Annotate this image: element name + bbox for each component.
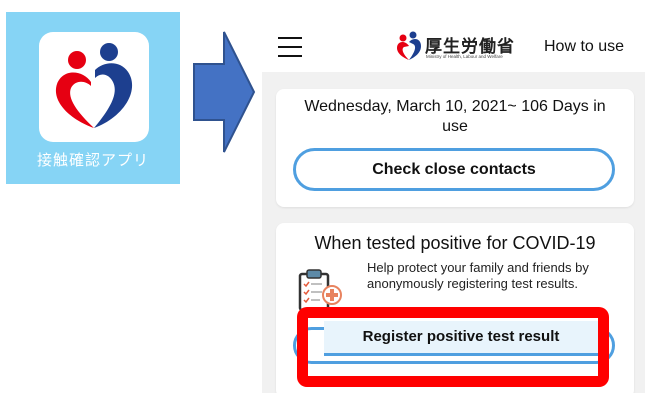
arrow-right-icon [193, 31, 256, 153]
usage-date-text: Wednesday, March 10, 2021~ 106 Days in u… [304, 98, 606, 135]
top-bar: 厚生労働省 Ministry of Health, Labour and Wel… [262, 12, 645, 72]
highlight-frame [297, 307, 609, 387]
contact-app-icon[interactable] [39, 32, 149, 142]
check-close-contacts-button[interactable]: Check close contacts [293, 148, 615, 191]
app-tile[interactable]: 接触確認アプリ [6, 12, 180, 184]
ministry-subtitle: Ministry of Health, Labour and Welfare [426, 54, 503, 59]
app-label: 接触確認アプリ [36, 151, 149, 169]
heart-people-logo [55, 43, 133, 128]
ministry-logo-icon [397, 31, 421, 60]
usage-card: Wednesday, March 10, 2021~ 106 Days in u… [276, 89, 634, 207]
positive-card-title: When tested positive for COVID-19 [314, 233, 596, 253]
hamburger-icon[interactable] [278, 37, 302, 57]
ministry-brand: 厚生労働省 Ministry of Health, Labour and Wel… [395, 30, 525, 68]
how-to-use-link[interactable]: How to use [544, 38, 624, 56]
positive-card-description: Help protect your family and friends by … [367, 260, 589, 291]
